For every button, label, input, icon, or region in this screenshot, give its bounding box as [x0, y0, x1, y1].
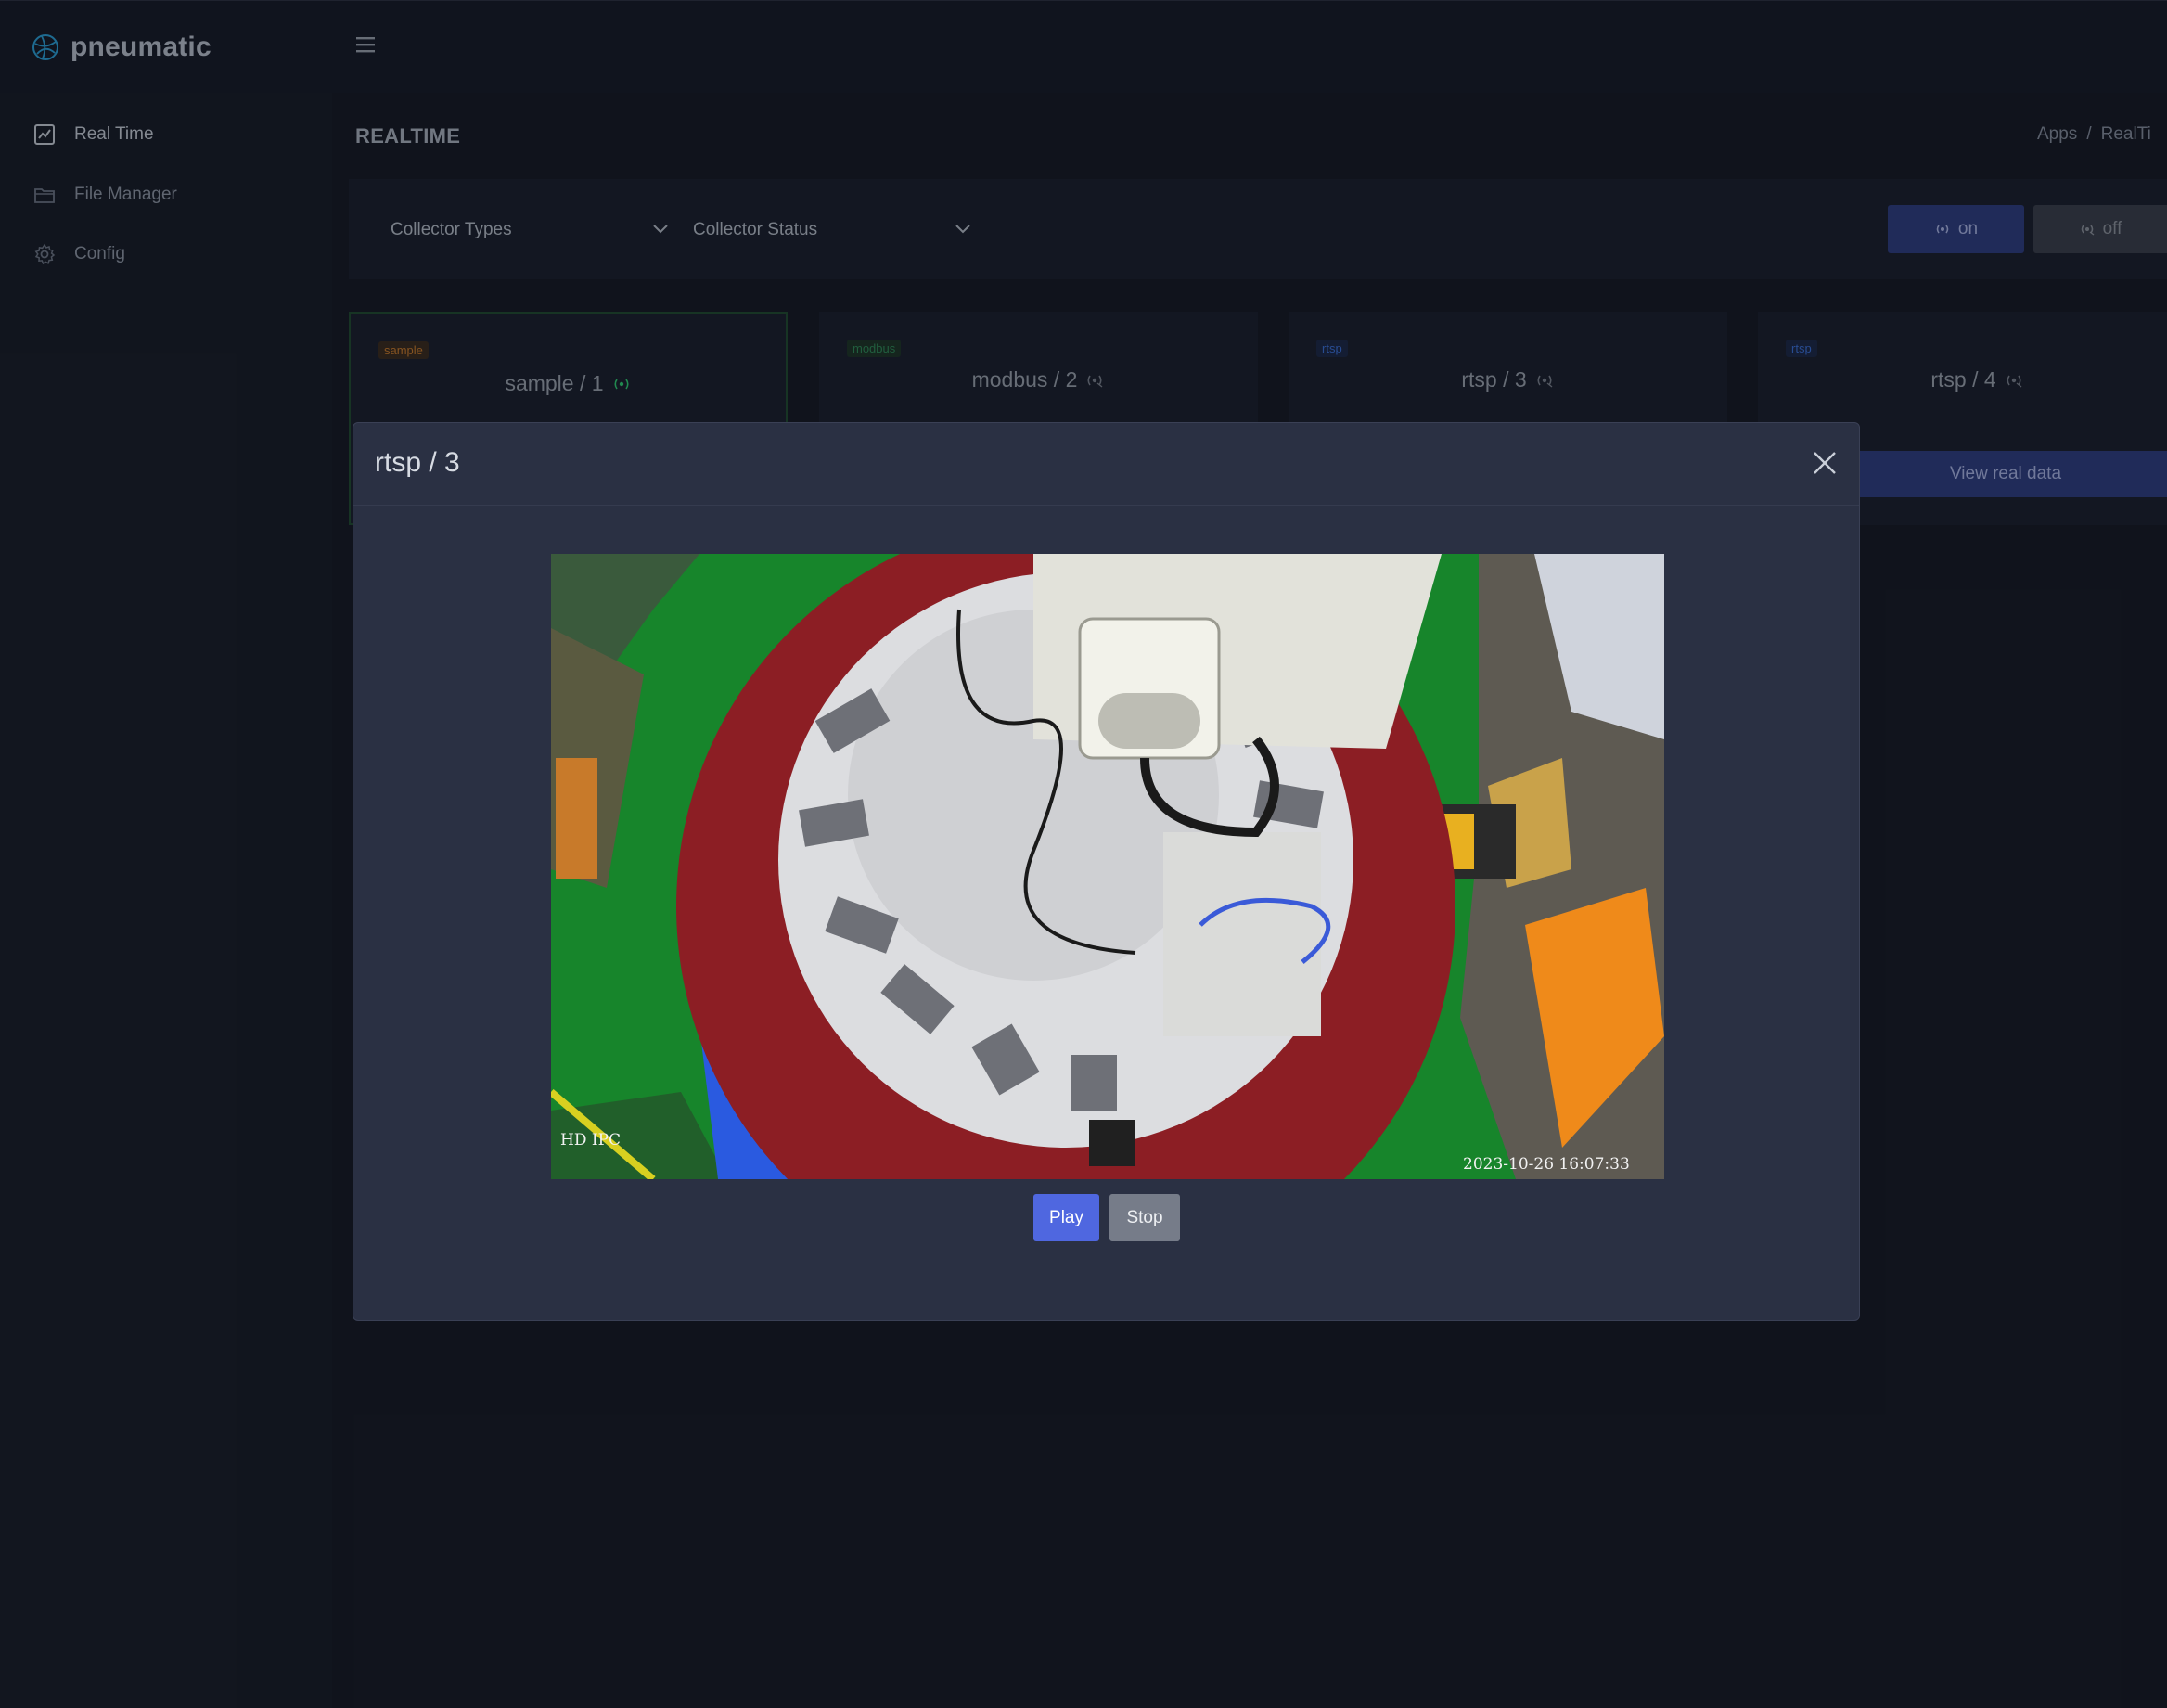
stop-button[interactable]: Stop: [1109, 1194, 1180, 1241]
video-timestamp: 2023-10-26 16:07:33: [1463, 1155, 1630, 1174]
play-button[interactable]: Play: [1033, 1194, 1099, 1241]
modal-title: rtsp / 3: [375, 447, 460, 478]
close-icon[interactable]: [1813, 451, 1837, 475]
modal-header: rtsp / 3: [353, 423, 1859, 506]
video-modal: rtsp / 3 HD IPC 2023-10-26 16:07:33 Play…: [353, 422, 1860, 1321]
video-camera-label: HD IPC: [560, 1131, 622, 1149]
video-stream[interactable]: HD IPC 2023-10-26 16:07:33: [551, 554, 1664, 1179]
camera-frame: [551, 554, 1664, 1179]
